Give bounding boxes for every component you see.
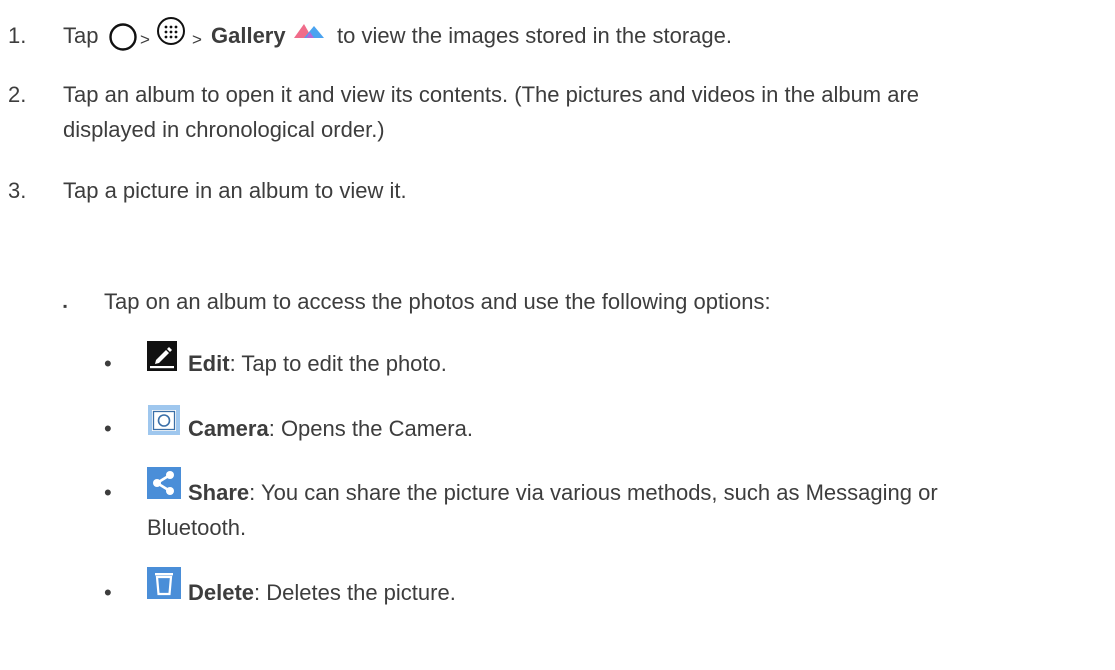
share-icon xyxy=(147,467,181,499)
option-name: Camera xyxy=(188,416,269,441)
option-name: Delete xyxy=(188,580,255,605)
bullet: • xyxy=(104,416,112,441)
trash-icon xyxy=(147,567,181,599)
step-text: Tap an album to open it and view its con… xyxy=(63,82,920,107)
bullet: • xyxy=(104,351,112,376)
step-text: displayed in chronological order.) xyxy=(63,117,385,142)
gallery-icon xyxy=(292,16,326,46)
option-desc: : Deletes the picture. xyxy=(254,580,456,605)
square-bullet: ▪ xyxy=(63,299,68,313)
apps-icon xyxy=(156,16,186,46)
camera-icon xyxy=(147,404,181,436)
option-name: Edit xyxy=(188,351,230,376)
bullet: • xyxy=(104,580,112,605)
step-text: to view the images stored in the storage… xyxy=(337,23,732,48)
option-desc: : Tap to edit the photo. xyxy=(229,351,447,376)
step-text: Tap xyxy=(63,23,99,48)
gallery-label: Gallery xyxy=(211,23,286,48)
sub-text: Tap on an album to access the photos and… xyxy=(104,289,771,314)
step-text: Tap a picture in an album to view it. xyxy=(63,178,407,203)
option-desc: : You can share the picture via various … xyxy=(249,480,938,505)
option-desc: : Opens the Camera. xyxy=(268,416,473,441)
home-icon xyxy=(108,22,138,52)
step-number: 3. xyxy=(8,178,27,203)
step-number: 2. xyxy=(8,82,27,107)
option-desc-continued: Bluetooth. xyxy=(147,515,247,540)
step-number: 1. xyxy=(8,23,27,48)
edit-icon xyxy=(147,341,177,371)
separator: > xyxy=(140,30,150,49)
bullet: • xyxy=(104,480,112,505)
separator: > xyxy=(192,30,202,49)
option-name: Share xyxy=(188,480,250,505)
